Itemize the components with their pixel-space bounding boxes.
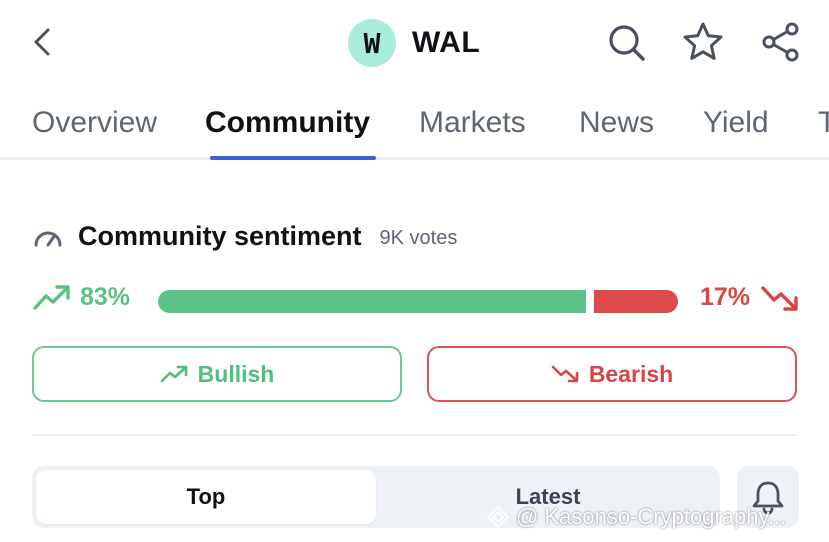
watermark-text: @ Kasonso-Cryptography... bbox=[516, 504, 787, 529]
bearish-percentage: 17% bbox=[700, 282, 800, 312]
search-icon bbox=[609, 25, 645, 61]
bullish-percentage: 83% bbox=[32, 282, 130, 312]
bearish-percentage-label: 17% bbox=[699, 282, 750, 311]
favorite-button[interactable] bbox=[681, 20, 725, 64]
trend-down-icon bbox=[761, 286, 798, 311]
tab-community[interactable]: Community bbox=[205, 106, 370, 140]
section-divider bbox=[32, 434, 798, 436]
bullish-percentage-label: 83% bbox=[80, 282, 131, 311]
back-button[interactable] bbox=[28, 24, 60, 60]
coin-identity: W WAL bbox=[348, 19, 480, 67]
search-button[interactable] bbox=[604, 20, 648, 64]
share-button[interactable] bbox=[759, 20, 803, 64]
sentiment-bar bbox=[158, 290, 678, 313]
gauge-icon bbox=[34, 231, 62, 247]
sort-top-option[interactable]: Top bbox=[36, 470, 376, 524]
sentiment-header: Community sentiment 9K votes bbox=[32, 218, 457, 254]
share-icon bbox=[762, 22, 799, 62]
coin-community-page: W WAL Overview Community Markets News Yi… bbox=[0, 0, 829, 542]
tab-more[interactable]: T bbox=[818, 106, 829, 140]
tab-yield[interactable]: Yield bbox=[703, 106, 769, 140]
coin-symbol: WAL bbox=[412, 26, 481, 59]
coin-logo-letter: W bbox=[363, 26, 381, 60]
bearish-button[interactable]: Bearish bbox=[427, 346, 797, 402]
sentiment-bar-row: 83% 17% bbox=[32, 280, 800, 320]
star-icon bbox=[683, 22, 723, 60]
bullish-button-label: Bullish bbox=[197, 360, 275, 387]
trend-up-icon bbox=[160, 365, 187, 383]
coin-logo: W bbox=[348, 19, 396, 67]
bearish-button-label: Bearish bbox=[588, 360, 674, 387]
tab-markets[interactable]: Markets bbox=[419, 106, 526, 140]
sort-top-label: Top bbox=[186, 484, 226, 509]
sentiment-title: Community sentiment bbox=[78, 220, 362, 251]
trend-up-icon bbox=[33, 285, 70, 310]
trend-down-icon bbox=[551, 365, 579, 383]
top-header: W WAL bbox=[0, 0, 829, 88]
bullish-bar-fill bbox=[158, 290, 586, 313]
tab-news[interactable]: News bbox=[579, 106, 654, 140]
diamond-logo-icon bbox=[486, 505, 510, 529]
tab-bar: Overview Community Markets News Yield T bbox=[0, 100, 829, 160]
active-tab-indicator bbox=[210, 156, 376, 160]
bullish-button[interactable]: Bullish bbox=[32, 346, 402, 402]
watermark: @ Kasonso-Cryptography... bbox=[486, 504, 786, 530]
bearish-bar-fill bbox=[594, 290, 678, 313]
tab-overview[interactable]: Overview bbox=[32, 106, 157, 140]
sentiment-vote-count: 9K votes bbox=[379, 226, 458, 249]
chevron-left-icon bbox=[34, 28, 50, 56]
